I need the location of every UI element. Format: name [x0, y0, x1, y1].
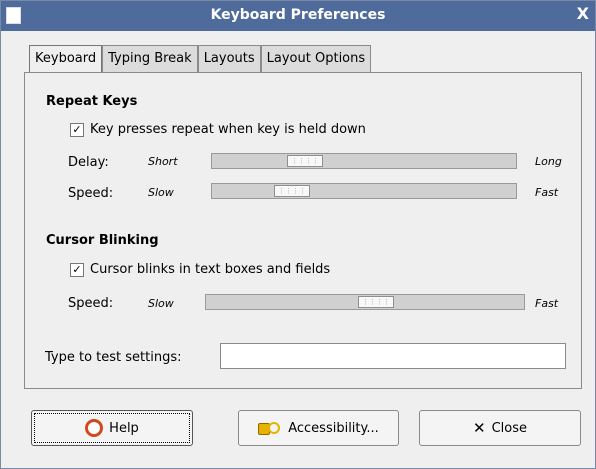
tab-layouts[interactable]: Layouts	[197, 45, 261, 72]
delay-slider[interactable]: ⋮⋮⋮⋮	[211, 153, 517, 169]
cursor-speed-max-label: Fast	[535, 297, 559, 310]
repeat-keys-checkbox[interactable]: ✓	[70, 122, 84, 137]
keyboard-preferences-window: Keyboard Preferences X Keyboard Typing B…	[0, 0, 596, 469]
window-close-icon[interactable]: X	[577, 4, 589, 23]
cursor-blinks-checkbox[interactable]: ✓	[70, 262, 84, 277]
delay-max-label: Long	[535, 155, 562, 168]
delay-min-label: Short	[148, 155, 178, 168]
cursor-speed-slider[interactable]: ⋮⋮⋮⋮	[205, 294, 525, 310]
help-lifebuoy-icon	[85, 419, 104, 437]
cursor-blinking-heading: Cursor Blinking	[46, 233, 159, 248]
tab-bar: Keyboard Typing Break Layouts Layout Opt…	[29, 45, 372, 74]
cursor-blinks-checkbox-row[interactable]: ✓ Cursor blinks in text boxes and fields	[70, 262, 330, 277]
repeat-speed-slider-thumb[interactable]: ⋮⋮⋮⋮	[274, 185, 310, 197]
tab-keyboard[interactable]: Keyboard	[29, 45, 103, 74]
repeat-keys-checkbox-row[interactable]: ✓ Key presses repeat when key is held do…	[70, 122, 366, 137]
tab-typing-break[interactable]: Typing Break	[102, 45, 198, 72]
close-x-icon: ✕	[473, 419, 486, 437]
accessibility-button-label: Accessibility...	[288, 420, 379, 436]
close-button-label: Close	[491, 420, 527, 436]
delay-slider-thumb[interactable]: ⋮⋮⋮⋮	[287, 155, 323, 167]
cursor-speed-slider-thumb[interactable]: ⋮⋮⋮⋮	[358, 296, 394, 308]
window-title: Keyboard Preferences	[210, 7, 386, 23]
title-bar[interactable]: Keyboard Preferences X	[1, 1, 595, 31]
test-settings-label: Type to test settings:	[45, 350, 182, 365]
delay-label: Delay:	[68, 155, 109, 170]
test-settings-input[interactable]	[220, 343, 566, 369]
tab-layout-options[interactable]: Layout Options	[260, 45, 372, 72]
repeat-speed-label: Speed:	[68, 186, 114, 201]
close-button[interactable]: ✕ Close	[419, 410, 581, 446]
accessibility-icon	[258, 419, 282, 437]
repeat-speed-max-label: Fast	[535, 186, 559, 199]
repeat-keys-heading: Repeat Keys	[46, 94, 138, 109]
cursor-speed-min-label: Slow	[148, 297, 174, 310]
cursor-speed-label: Speed:	[68, 296, 114, 311]
repeat-speed-min-label: Slow	[148, 186, 174, 199]
cursor-blinks-checkbox-label: Cursor blinks in text boxes and fields	[90, 262, 331, 277]
help-button-label: Help	[109, 420, 139, 436]
keyboard-tab-panel: Repeat Keys ✓ Key presses repeat when ke…	[24, 72, 582, 389]
accessibility-button[interactable]: Accessibility...	[238, 410, 399, 446]
help-button[interactable]: Help	[31, 410, 193, 446]
repeat-speed-slider[interactable]: ⋮⋮⋮⋮	[211, 183, 517, 199]
repeat-keys-checkbox-label: Key presses repeat when key is held down	[90, 122, 366, 137]
